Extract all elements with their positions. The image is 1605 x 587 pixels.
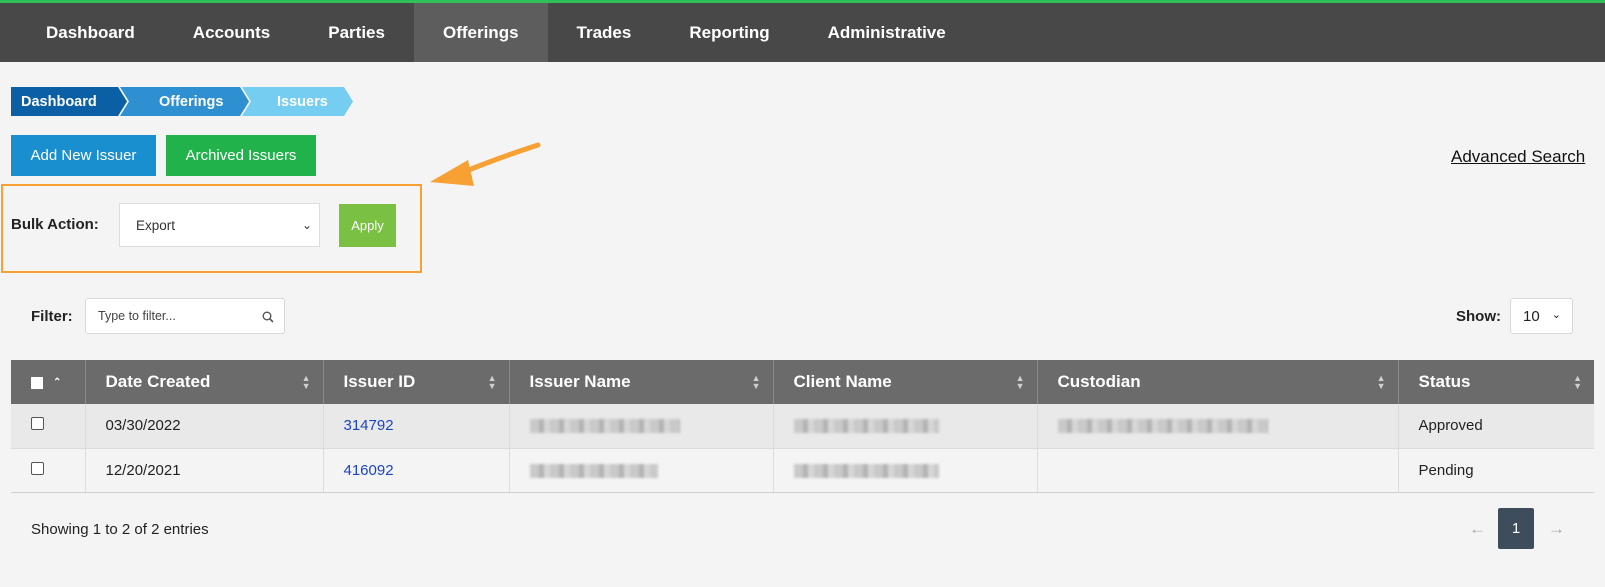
column-label: Status	[1418, 372, 1471, 391]
sort-icon: ▲ ▼	[301, 373, 311, 391]
nav-item-reporting[interactable]: Reporting	[660, 3, 798, 62]
nav-item-offerings[interactable]: Offerings	[413, 3, 548, 62]
redacted-text	[529, 419, 680, 434]
redacted-text	[793, 463, 939, 478]
date-created-cell: 03/30/2022	[85, 404, 324, 449]
sort-icon: ▲ ▼	[487, 373, 497, 391]
breadcrumb-issuers[interactable]: Issuers	[242, 87, 353, 116]
column-header-status[interactable]: Status ▲ ▼	[1398, 360, 1594, 404]
nav-item-accounts[interactable]: Accounts	[164, 3, 299, 62]
bulk-action-select[interactable]: Export ⌄	[119, 203, 320, 247]
sort-icon: ▲ ▼	[1376, 373, 1386, 391]
column-label: Custodian	[1057, 372, 1141, 391]
redacted-text	[1057, 419, 1268, 434]
redacted-text	[793, 419, 939, 434]
status-cell: Approved	[1398, 404, 1594, 449]
sort-icon: ▲ ▼	[1573, 373, 1582, 391]
column-header-custodian[interactable]: Custodian ▲ ▼	[1037, 360, 1399, 404]
redacted-text	[529, 463, 658, 478]
table-row[interactable]: 03/30/2022 314792 Approved	[11, 404, 1594, 449]
nav-item-parties[interactable]: Parties	[299, 3, 414, 62]
column-label: Client Name	[793, 372, 892, 391]
row-checkbox[interactable]	[31, 461, 44, 475]
table-header-row: ⌃ Date Created ▲ ▼ Issuer ID ▲ ▼ Issuer Na…	[11, 360, 1594, 404]
breadcrumb: Dashboard Offerings Issuers	[11, 87, 353, 116]
row-select-cell	[11, 404, 86, 449]
nav-item-administrative[interactable]: Administrative	[799, 3, 975, 62]
row-select-cell	[11, 448, 86, 493]
issuer-id-link[interactable]: 416092	[344, 462, 394, 479]
issuer-id-link[interactable]: 314792	[344, 417, 394, 434]
breadcrumb-dashboard[interactable]: Dashboard	[11, 87, 127, 116]
filter-label: Filter:	[31, 308, 73, 325]
breadcrumb-offerings[interactable]: Offerings	[120, 87, 249, 116]
top-nav: Dashboard Accounts Parties Offerings Tra…	[0, 0, 1605, 62]
client-name-cell	[773, 448, 1038, 493]
sort-up-icon[interactable]: ⌃	[53, 377, 61, 388]
column-header-date-created[interactable]: Date Created ▲ ▼	[85, 360, 324, 404]
nav-item-trades[interactable]: Trades	[548, 3, 661, 62]
apply-button[interactable]: Apply	[339, 204, 396, 247]
issuer-name-cell	[509, 404, 774, 449]
issuer-id-cell: 416092	[323, 448, 510, 493]
nav-item-dashboard[interactable]: Dashboard	[0, 3, 164, 62]
bulk-action-label: Bulk Action:	[11, 216, 99, 233]
advanced-search-link[interactable]: Advanced Search	[1451, 147, 1585, 167]
entries-summary: Showing 1 to 2 of 2 entries	[31, 521, 209, 538]
column-label: Date Created	[105, 372, 211, 391]
chevron-down-icon: ⌄	[301, 218, 312, 232]
page-size-value: 10	[1523, 307, 1540, 325]
search-icon	[262, 311, 274, 323]
show-label: Show:	[1456, 308, 1501, 325]
issuer-name-cell	[509, 448, 774, 493]
add-new-issuer-button[interactable]: Add New Issuer	[11, 135, 156, 176]
bulk-action-selected-value: Export	[136, 217, 176, 233]
pagination: ← 1 →	[1469, 508, 1565, 549]
column-label: Issuer ID	[343, 372, 416, 391]
page-size-select[interactable]: 10 ⌄	[1510, 298, 1573, 334]
column-header-issuer-name[interactable]: Issuer Name ▲ ▼	[509, 360, 774, 404]
column-header-client-name[interactable]: Client Name ▲ ▼	[773, 360, 1038, 404]
column-header-issuer-id[interactable]: Issuer ID ▲ ▼	[323, 360, 510, 404]
client-name-cell	[773, 404, 1038, 449]
chevron-down-icon: ⌄	[1551, 309, 1561, 321]
filter-input[interactable]	[85, 298, 285, 334]
annotation-arrow-icon	[430, 142, 541, 186]
archived-issuers-button[interactable]: Archived Issuers	[166, 135, 316, 176]
column-label: Issuer Name	[529, 372, 631, 391]
custodian-cell	[1037, 448, 1399, 493]
date-created-cell: 12/20/2021	[85, 448, 324, 493]
custodian-cell	[1037, 404, 1399, 449]
sort-icon: ▲ ▼	[1015, 373, 1025, 391]
issuers-table: ⌃ Date Created ▲ ▼ Issuer ID ▲ ▼ Issuer Na…	[11, 360, 1594, 493]
issuer-id-cell: 314792	[323, 404, 510, 449]
row-checkbox[interactable]	[31, 417, 44, 431]
sort-icon: ▲ ▼	[751, 373, 761, 391]
status-cell: Pending	[1398, 448, 1594, 493]
table-row[interactable]: 12/20/2021 416092 Pending	[11, 448, 1594, 493]
previous-page-arrow-icon[interactable]: ←	[1469, 519, 1486, 539]
select-all-header[interactable]: ⌃	[11, 360, 86, 404]
page-button-1[interactable]: 1	[1498, 508, 1534, 549]
select-all-checkbox[interactable]	[31, 376, 43, 389]
next-page-arrow-icon[interactable]: →	[1548, 519, 1565, 539]
